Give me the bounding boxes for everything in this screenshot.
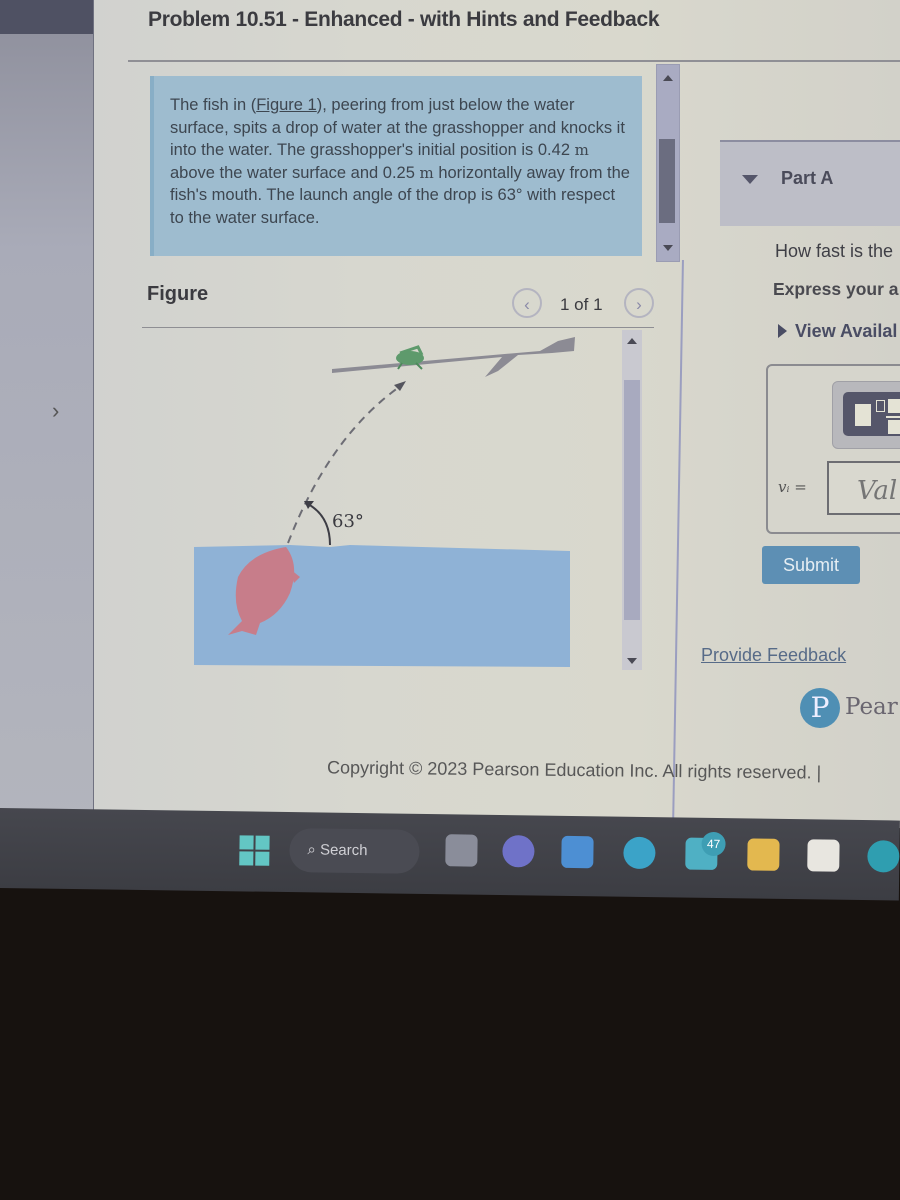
figure-next-button[interactable]: › (624, 288, 654, 318)
left-navigation-panel: › (0, 0, 94, 828)
unit-meters: m (419, 163, 434, 182)
browser-viewport: › Problem 10.51 - Enhanced - with Hints … (0, 0, 900, 828)
figure-counter: 1 of 1 (560, 295, 603, 314)
problem-statement-box: The fish in (Figure 1), peering from jus… (150, 76, 642, 256)
provide-feedback-link[interactable]: Provide Feedback (701, 645, 846, 666)
copyright-text: Copyright © 2023 Pearson Education Inc. … (326, 757, 822, 783)
figure-scroll-up-icon[interactable] (627, 338, 637, 344)
part-a-question: How fast is the (775, 241, 894, 261)
branch-icon (332, 337, 575, 377)
fraction-template-icon (843, 392, 900, 436)
figure-prev-button[interactable]: ‹ (512, 288, 542, 318)
mail-notification-badge: 47 (701, 831, 726, 857)
pane-divider[interactable] (672, 260, 684, 828)
unit-meters: m (574, 141, 589, 159)
figure-scroll-down-icon[interactable] (627, 658, 637, 664)
part-a-label: Part A (781, 168, 834, 188)
angle-label: 63° (332, 511, 364, 532)
taskbar-search[interactable]: ⌕ Search (289, 828, 420, 874)
variable-label: vᵢ = (778, 478, 807, 496)
grasshopper-icon (396, 345, 424, 370)
edge-browser-icon[interactable] (623, 836, 656, 870)
angle-arc (305, 502, 331, 546)
expand-triangle-icon (778, 324, 787, 338)
page-title: Problem 10.51 - Enhanced - with Hints an… (148, 8, 660, 31)
title-divider (128, 60, 900, 62)
problem-scrollbar[interactable] (656, 64, 680, 262)
dropbox-icon[interactable] (561, 835, 594, 869)
microsoft-store-icon[interactable] (807, 839, 840, 872)
pearson-brand: Pear (845, 694, 898, 720)
submit-button[interactable]: Submit (762, 546, 860, 584)
file-explorer-icon[interactable] (747, 838, 780, 871)
scroll-up-arrow-icon[interactable] (663, 75, 673, 81)
nav-top-bar (0, 0, 93, 34)
expand-nav-chevron-icon[interactable]: › (52, 398, 59, 424)
answer-input[interactable] (827, 461, 900, 515)
windows-start-icon[interactable] (239, 835, 270, 866)
figure-illustration: 63° (194, 337, 575, 667)
scrollbar-thumb[interactable] (659, 139, 675, 223)
collapse-triangle-icon[interactable] (742, 175, 758, 184)
pearson-logo-icon: P (800, 688, 840, 728)
view-available-hints-link[interactable]: View Availal (778, 321, 897, 342)
teams-meet-icon[interactable] (502, 835, 535, 868)
templates-button[interactable] (832, 381, 900, 449)
problem-statement: The fish in (Figure 1), peering from jus… (170, 96, 630, 227)
scroll-down-arrow-icon[interactable] (663, 245, 673, 251)
part-a-header[interactable]: Part A (720, 140, 900, 226)
figure-scrollbar[interactable] (622, 330, 642, 670)
part-a-instruction: Express your a (773, 279, 899, 299)
windows-taskbar: ⌕ Search 47 (0, 808, 900, 901)
figure-scroll-track[interactable] (624, 380, 640, 620)
pinned-app-icon[interactable] (867, 840, 900, 873)
task-view-icon[interactable] (445, 834, 478, 867)
figure-heading: Figure (147, 283, 209, 305)
figure-link[interactable]: Figure 1 (256, 96, 317, 114)
